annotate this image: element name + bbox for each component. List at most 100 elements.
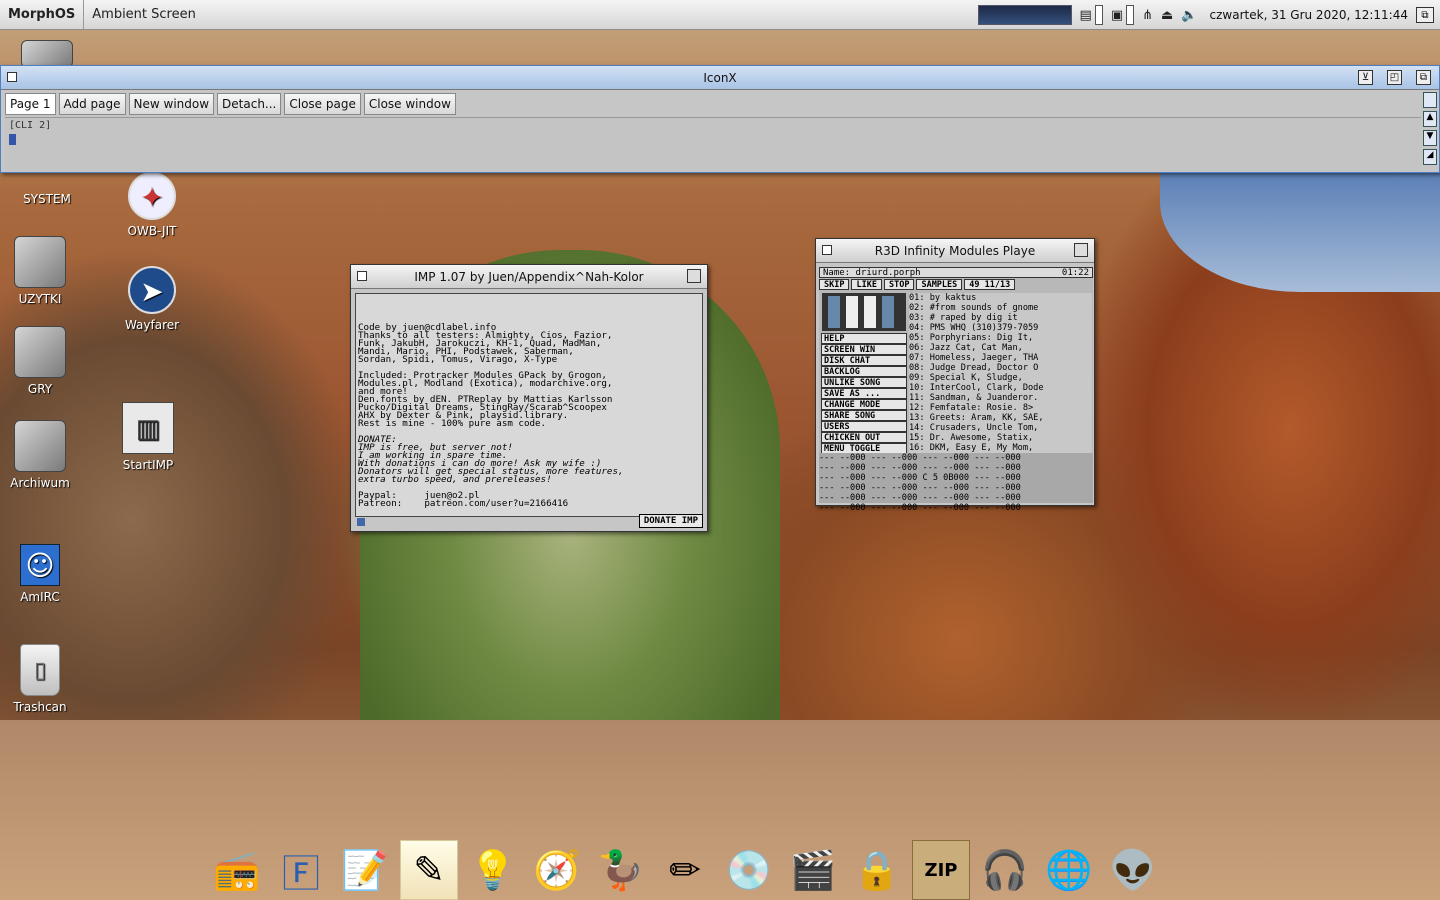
speaker-icon[interactable]: 🔈 (1181, 8, 1197, 23)
movie-clapper-icon[interactable]: 🎬 (784, 840, 842, 900)
pencil-figure-icon[interactable]: ✏ (656, 840, 714, 900)
scroll-down-icon[interactable]: ▼ (1423, 130, 1437, 146)
skip-button[interactable]: SKIP (819, 279, 850, 290)
close-icon[interactable] (822, 245, 832, 255)
alien-icon[interactable]: 👽 (1104, 840, 1162, 900)
pattern-row: --- --000 --- --000 --- --000 --- --000 (819, 453, 1021, 463)
cli-console[interactable]: [CLI 2] (5, 117, 1421, 171)
zip-box-icon[interactable]: ZIP (912, 840, 970, 900)
zoom-icon[interactable]: ◰ (1387, 70, 1402, 85)
desktop-label-system[interactable]: SYSTEM (7, 192, 87, 206)
side-button[interactable]: BACKLOG (821, 366, 907, 377)
screen-depth-icon[interactable]: ⧉ (1416, 7, 1434, 23)
scroll-up-icon[interactable]: ▲ (1423, 111, 1437, 127)
close-icon[interactable] (7, 72, 17, 82)
memory-icon[interactable]: ▤ (1080, 5, 1103, 25)
side-button[interactable]: UNLIKE SONG (821, 377, 907, 388)
radio-icon[interactable]: 📻 (208, 840, 266, 900)
iconx-titlebar[interactable]: IconX ⊻ ◰ ⧉ (1, 66, 1439, 90)
detach-button[interactable]: Detach... (217, 93, 282, 115)
playlist-item[interactable]: 07: Homeless, Jaeger, THA (909, 353, 1092, 363)
playlist[interactable]: 01: by kaktus 02: #from sounds of gnome 03… (909, 293, 1092, 453)
imp-titlebar[interactable]: IMP 1.07 by Juen/Appendix^Nah-Kolor (351, 265, 707, 289)
desktop-icon-archiwum[interactable]: Archiwum (0, 420, 80, 490)
iconx-window[interactable]: IconX ⊻ ◰ ⧉ Page 1 Add page New window D… (0, 65, 1440, 173)
playlist-item[interactable]: 03: # raped by dig it (909, 313, 1092, 323)
playlist-item[interactable]: 06: Jazz Cat, Cat Man, (909, 343, 1092, 353)
side-button[interactable]: DISK CHAT (821, 355, 907, 366)
resize-handle-icon[interactable]: ◢ (1423, 149, 1437, 165)
new-window-button[interactable]: New window (128, 93, 215, 115)
donate-button[interactable]: DONATE IMP (638, 514, 703, 528)
desktop-icon-wayfarer[interactable]: ➤ Wayfarer (112, 266, 192, 332)
headphones-icon[interactable]: 🎧 (976, 840, 1034, 900)
close-icon[interactable] (357, 271, 367, 281)
samples-button[interactable]: SAMPLES (916, 279, 963, 290)
imp-window[interactable]: IMP 1.07 by Juen/Appendix^Nah-Kolor Code… (350, 264, 708, 532)
close-page-button[interactable]: Close page (284, 93, 361, 115)
desktop-icon-amirc[interactable]: ☺ AmIRC (0, 544, 80, 604)
light-bulb-icon[interactable]: 💡 (464, 840, 522, 900)
clock[interactable]: czwartek, 31 Gru 2020, 12:11:44 (1210, 8, 1408, 22)
imp-text-line: Rest is mine - 100% pure asm code. (358, 418, 547, 429)
eject-icon[interactable]: ⏏ (1161, 8, 1173, 23)
text-editor-icon[interactable]: 🄵 (272, 840, 330, 900)
r3d-player-window[interactable]: R3D Infinity Modules Playe Name: driurd.… (815, 238, 1095, 513)
playlist-item[interactable]: 01: by kaktus (909, 293, 1092, 303)
icon-label: Archiwum (10, 476, 70, 490)
playlist-item[interactable]: 05: Porphyrians: Dig It, (909, 333, 1092, 343)
r3d-titlebar[interactable]: R3D Infinity Modules Playe (816, 239, 1094, 263)
desktop-icon-startimp[interactable]: ▥ StartIMP (108, 402, 188, 472)
stop-button[interactable]: STOP (883, 279, 915, 290)
scroll-knob[interactable] (357, 518, 365, 526)
playlist-item[interactable]: 11: Sandman, & Juanderor. (909, 393, 1092, 403)
side-button[interactable]: HELP (821, 333, 907, 344)
rubber-duck-icon[interactable]: 🦆 (592, 840, 650, 900)
cd-drive-icon[interactable]: 💿 (720, 840, 778, 900)
pattern-row: --- --000 --- --000 --- --000 --- --000 (819, 483, 1021, 493)
compass-browser-icon[interactable]: 🧭 (528, 840, 586, 900)
pattern-row: --- --000 --- --000 --- --000 --- --000 (819, 493, 1021, 503)
playlist-item[interactable]: 12: Femfatale: Rosie. 8> (909, 403, 1092, 413)
vertical-scrollbar[interactable]: ▲ ▼ ◢ (1423, 92, 1437, 172)
side-button[interactable]: CHANGE MODE (821, 399, 907, 410)
playlist-item[interactable]: 14: Crusaders, Uncle Tom, (909, 423, 1092, 433)
scroll-knob[interactable] (1423, 92, 1437, 108)
network-share-icon[interactable]: ⋔ (1142, 8, 1153, 23)
desktop-icon-gry[interactable]: GRY (0, 326, 80, 396)
depth-icon[interactable]: ⧉ (1416, 70, 1431, 85)
side-button[interactable]: SHARE SONG (821, 410, 907, 421)
playlist-item[interactable]: 02: #from sounds of gnome (909, 303, 1092, 313)
playlist-item[interactable]: 15: Dr. Awesome, Statix, (909, 433, 1092, 443)
desktop-icon-trashcan[interactable]: ▯ Trashcan (0, 644, 80, 714)
notepad-icon[interactable]: 📝 (336, 840, 394, 900)
playlist-item[interactable]: 10: InterCool, Clark, Dode (909, 383, 1092, 393)
imp-info-text: Code by juen@cdlabel.info Thanks to all t… (355, 293, 703, 517)
add-page-button[interactable]: Add page (58, 93, 126, 115)
network-icon[interactable]: ▣ (1111, 5, 1135, 25)
globe-network-icon[interactable]: 🌐 (1040, 840, 1098, 900)
close-window-button[interactable]: Close window (363, 93, 456, 115)
iconify-icon[interactable]: ⊻ (1358, 70, 1373, 85)
side-button[interactable]: USERS (821, 421, 907, 432)
side-button[interactable]: CHICKEN OUT (821, 432, 907, 443)
lock-disk-icon[interactable]: 🔒 (848, 840, 906, 900)
like-button[interactable]: LIKE (851, 279, 882, 290)
desktop-icon-uzytki[interactable]: UZYTKI (0, 236, 80, 306)
playlist-item[interactable]: 08: Judge Dread, Doctor O (909, 363, 1092, 373)
side-button[interactable]: SCREEN WIN (821, 344, 907, 355)
playlist-item[interactable]: 16: DKM, Easy E, My Mom, (909, 443, 1092, 453)
playlist-item[interactable]: 09: Special K, Sludge, (909, 373, 1092, 383)
depth-icon[interactable] (1074, 243, 1088, 257)
tab-page-1[interactable]: Page 1 (5, 93, 56, 115)
cli-label: [CLI 2] (9, 120, 52, 131)
side-button[interactable]: SAVE AS ... (821, 388, 907, 399)
track-name: Name: driurd.porph (823, 268, 921, 278)
morphos-menu-button[interactable]: MorphOS (0, 0, 85, 29)
playlist-item[interactable]: 04: PMS WHQ (310)379-7059 (909, 323, 1092, 333)
playlist-item[interactable]: 13: Greets: Aram, KK, SAE, (909, 413, 1092, 423)
icon-label: Trashcan (13, 700, 67, 714)
desktop-icon-owb-jit[interactable]: ✦ OWB-JIT (112, 172, 192, 238)
pen-paper-icon[interactable]: ✎ (400, 840, 458, 900)
depth-icon[interactable] (687, 269, 701, 283)
